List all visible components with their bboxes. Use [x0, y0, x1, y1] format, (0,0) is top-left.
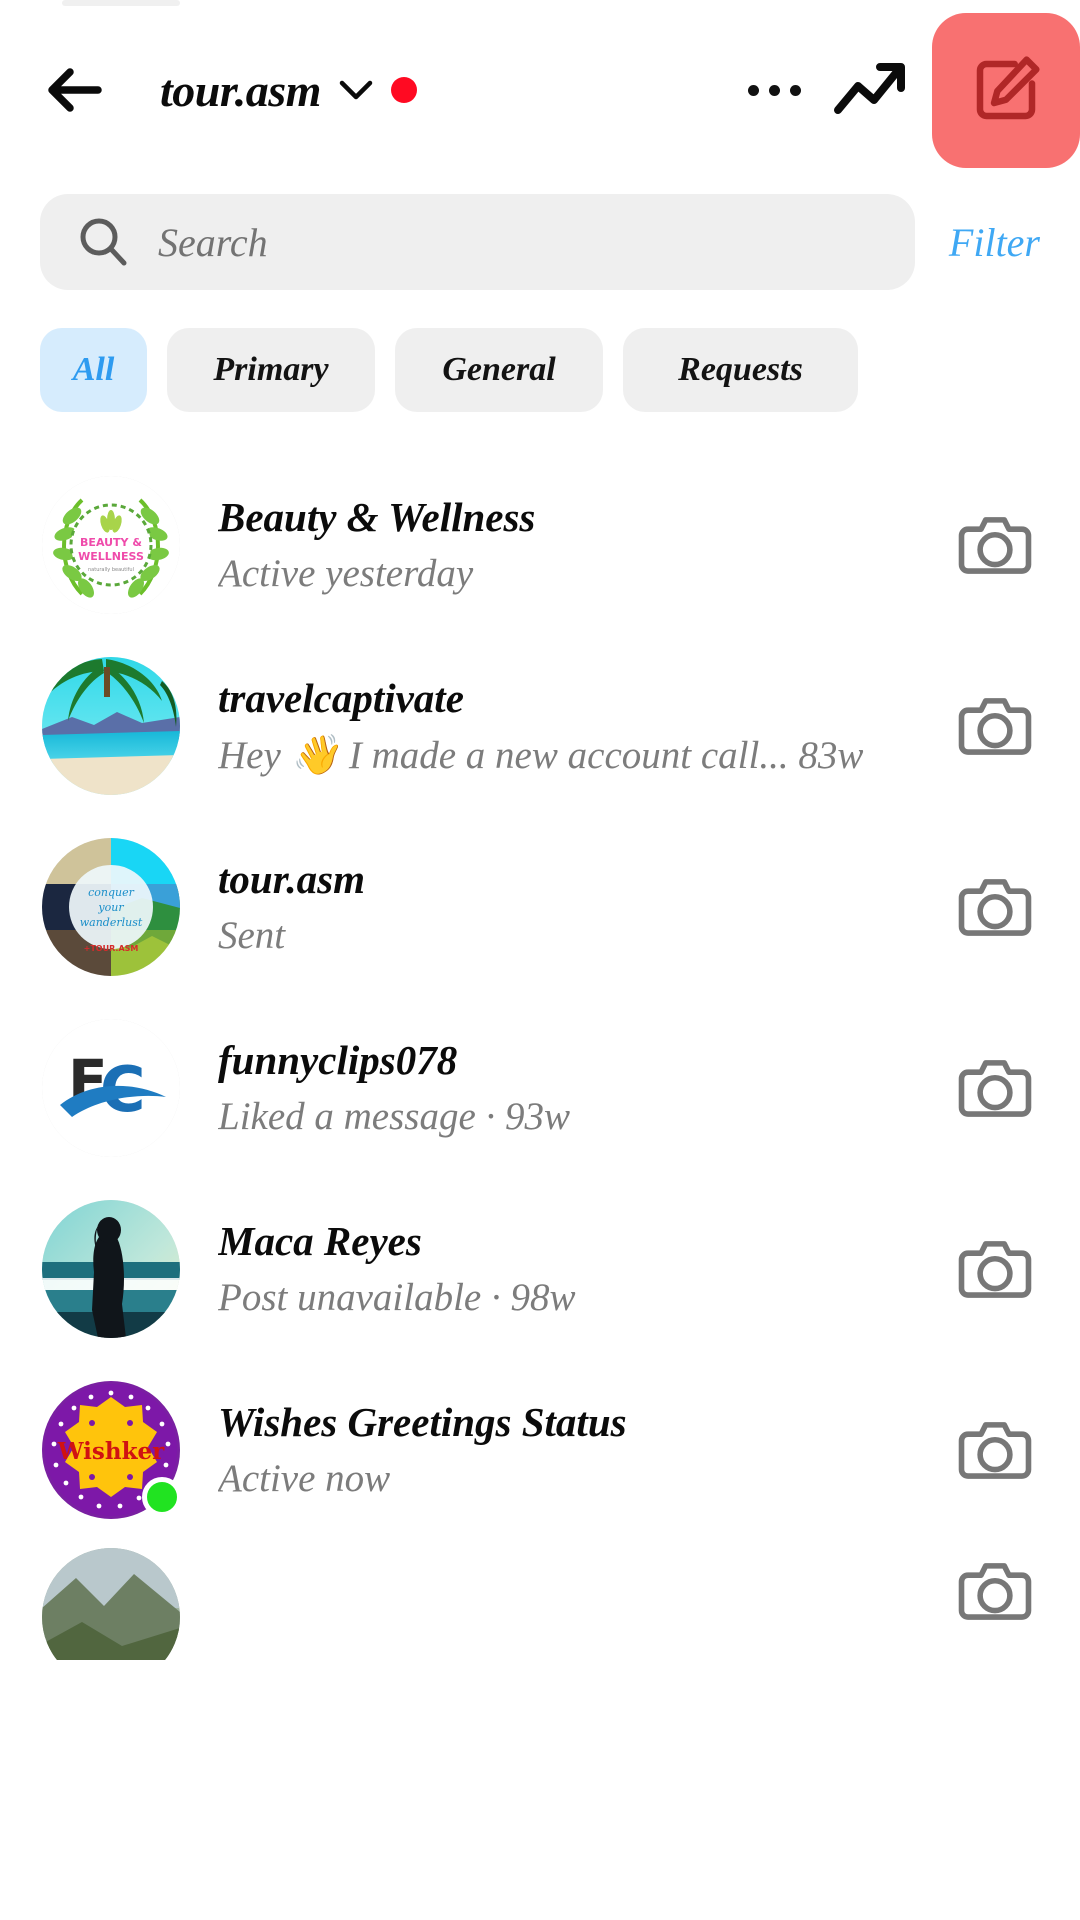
conversation-row[interactable]: Wishker Wishes Greetings Status Active n…: [0, 1359, 1080, 1540]
svg-text:WELLNESS: WELLNESS: [78, 550, 144, 563]
insights-button[interactable]: [820, 44, 924, 136]
svg-text:Wishker: Wishker: [57, 1438, 165, 1465]
instagram-direct-inbox-screen: tour.asm Search Filter All Primary Gener…: [0, 0, 1080, 1920]
camera-button[interactable]: [952, 864, 1038, 950]
conversation-name: Wishes Greetings Status: [218, 1399, 627, 1445]
conversation-row[interactable]: F C funnyclips078 Liked a message · 93w: [0, 997, 1080, 1178]
tab-all[interactable]: All: [40, 328, 147, 412]
inbox-filter-tabs: All Primary General Requests: [0, 290, 1080, 412]
avatar[interactable]: [42, 1199, 180, 1338]
conversation-row[interactable]: BEAUTY & WELLNESS naturally beautiful Be…: [0, 454, 1080, 635]
avatar[interactable]: [42, 1548, 180, 1660]
camera-icon: [958, 1421, 1032, 1479]
conversation-row[interactable]: conquer your wanderlust +TOUR.ASM tour.a…: [0, 816, 1080, 997]
camera-button[interactable]: [952, 1226, 1038, 1312]
conversation-preview: Sent: [218, 914, 286, 957]
avatar[interactable]: conquer your wanderlust +TOUR.ASM: [42, 837, 180, 976]
account-switcher[interactable]: tour.asm: [160, 64, 417, 117]
conversation-name: funnyclips078: [218, 1037, 458, 1083]
camera-icon: [958, 1563, 1032, 1620]
fc-swoosh-logo-icon: F C: [42, 1018, 180, 1157]
compose-message-button[interactable]: [932, 12, 1080, 168]
unread-indicator-dot: [390, 77, 417, 103]
status-bar: [0, 0, 1080, 10]
chevron-down-icon: [339, 80, 373, 100]
svg-text:wanderlust: wanderlust: [80, 916, 143, 929]
svg-text:naturally beautiful: naturally beautiful: [88, 567, 134, 573]
avatar[interactable]: [42, 656, 180, 795]
tab-requests[interactable]: Requests: [623, 328, 858, 412]
page-title: tour.asm: [160, 64, 321, 116]
tropical-beach-photo-icon: [42, 656, 180, 795]
conversation-name: travelcaptivate: [218, 674, 464, 721]
camera-icon: [958, 697, 1032, 755]
camera-icon: [958, 878, 1032, 936]
conversation-text: Beauty & Wellness Active yesterday: [218, 493, 952, 596]
svg-text:BEAUTY &: BEAUTY &: [80, 536, 142, 549]
conversation-row[interactable]: Maca Reyes Post unavailable · 98w: [0, 1178, 1080, 1359]
avatar[interactable]: Wishker: [42, 1380, 182, 1519]
search-icon: [80, 218, 127, 266]
status-bar-blur: [62, 0, 180, 6]
conversation-text: funnyclips078 Liked a message · 93w: [218, 1036, 952, 1139]
conversation-row[interactable]: travelcaptivate Hey 👋 I made a new accou…: [0, 635, 1080, 816]
search-placeholder: Search: [158, 219, 268, 265]
online-status-dot: [142, 1476, 182, 1517]
avatar[interactable]: F C: [42, 1018, 180, 1157]
conquer-your-wanderlust-collage-icon: conquer your wanderlust +TOUR.ASM: [42, 837, 180, 976]
conversation-row[interactable]: [0, 1540, 1080, 1660]
tab-general[interactable]: General: [395, 328, 603, 412]
conversation-name: Beauty & Wellness: [218, 494, 536, 540]
ocean-silhouette-photo-icon: [42, 1199, 180, 1338]
conversation-list: BEAUTY & WELLNESS naturally beautiful Be…: [0, 454, 1080, 1660]
conversation-preview: Liked a message · 93w: [218, 1095, 571, 1138]
conversation-name: Maca Reyes: [218, 1218, 422, 1264]
conversation-text: Wishes Greetings Status Active now: [218, 1398, 952, 1501]
back-arrow-icon: [48, 68, 102, 112]
header-actions: [728, 10, 1080, 170]
back-button[interactable]: [40, 54, 112, 126]
camera-icon: [958, 1059, 1032, 1117]
camera-button[interactable]: [952, 502, 1038, 588]
search-row: Search Filter: [0, 170, 1080, 290]
camera-icon: [958, 516, 1032, 574]
conversation-text: [218, 1548, 952, 1558]
svg-text:your: your: [97, 901, 124, 914]
tab-primary[interactable]: Primary: [167, 328, 375, 412]
conversation-text: tour.asm Sent: [218, 855, 952, 958]
camera-button[interactable]: [952, 683, 1038, 769]
camera-icon: [958, 1240, 1032, 1298]
laurel-wreath-logo-icon: BEAUTY & WELLNESS naturally beautiful: [42, 475, 180, 614]
conversation-preview: Active now: [218, 1457, 391, 1500]
conversation-preview: Post unavailable · 98w: [218, 1276, 576, 1319]
camera-button[interactable]: [952, 1045, 1038, 1131]
conversation-text: Maca Reyes Post unavailable · 98w: [218, 1217, 952, 1320]
landscape-photo-icon: [42, 1548, 180, 1660]
svg-text:conquer: conquer: [88, 886, 135, 899]
more-options-button[interactable]: [728, 44, 820, 136]
conversation-text: travelcaptivate Hey 👋 I made a new accou…: [218, 674, 952, 778]
header-bar: tour.asm: [0, 10, 1080, 170]
avatar[interactable]: BEAUTY & WELLNESS naturally beautiful: [42, 475, 180, 614]
camera-button[interactable]: [952, 1548, 1038, 1634]
compose-icon: [976, 56, 1040, 120]
camera-button[interactable]: [952, 1407, 1038, 1493]
conversation-preview: Active yesterday: [218, 552, 474, 595]
conversation-preview: Hey 👋 I made a new account call... 83w: [218, 733, 864, 777]
trending-arrow-icon: [834, 63, 905, 114]
svg-text:+TOUR.ASM: +TOUR.ASM: [84, 944, 139, 953]
more-options-icon: [743, 84, 806, 96]
search-input[interactable]: Search: [40, 194, 915, 290]
conversation-name: tour.asm: [218, 856, 365, 902]
filter-button[interactable]: Filter: [949, 219, 1040, 266]
